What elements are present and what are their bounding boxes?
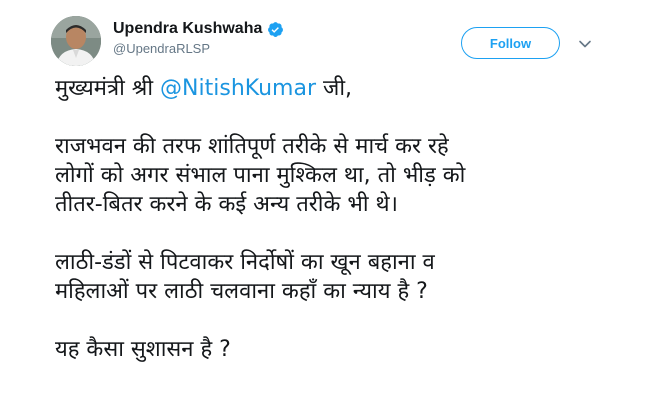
text-line: तीतर-बितर करने के कई अन्य तरीके भी थे। (55, 192, 398, 217)
tweet-paragraph-2: राजभवन की तरफ शांतिपूर्ण तरीके से मार्च … (55, 132, 615, 219)
greeting-suffix: जी, (316, 76, 353, 101)
name-row: Upendra Kushwaha (113, 20, 284, 38)
tweet-paragraph-4: यह कैसा सुशासन है ? (55, 335, 615, 364)
text-line: महिलाओं पर लाठी चलवाना कहाँ का न्याय है … (55, 279, 428, 304)
tweet-paragraph-3: लाठी-डंडों से पिटवाकर निर्दोषों का खून ब… (55, 248, 615, 306)
text-line: लोगों को अगर संभाल पाना मुश्किल था, तो भ… (55, 163, 466, 188)
greeting-prefix: मुख्यमंत्री श्री (55, 76, 161, 101)
tweet-card: Upendra Kushwaha @UpendraRLSP Follow मुख… (0, 0, 650, 400)
tweet-greeting: मुख्यमंत्री श्री @NitishKumar जी, (55, 74, 615, 103)
text-line: यह कैसा सुशासन है ? (55, 337, 231, 362)
text-line: लाठी-डंडों से पिटवाकर निर्दोषों का खून ब… (55, 250, 435, 275)
avatar[interactable] (51, 16, 101, 66)
display-name[interactable]: Upendra Kushwaha (113, 20, 262, 38)
user-info: Upendra Kushwaha @UpendraRLSP (113, 20, 284, 57)
verified-badge-icon (267, 21, 284, 38)
follow-button[interactable]: Follow (461, 27, 560, 59)
text-line: राजभवन की तरफ शांतिपूर्ण तरीके से मार्च … (55, 134, 449, 159)
tweet-text: मुख्यमंत्री श्री @NitishKumar जी, राजभवन… (55, 74, 615, 364)
chevron-down-icon[interactable] (578, 36, 592, 50)
user-handle[interactable]: @UpendraRLSP (113, 41, 284, 57)
mention-link[interactable]: @NitishKumar (160, 76, 316, 101)
profile-photo-icon (51, 16, 101, 66)
